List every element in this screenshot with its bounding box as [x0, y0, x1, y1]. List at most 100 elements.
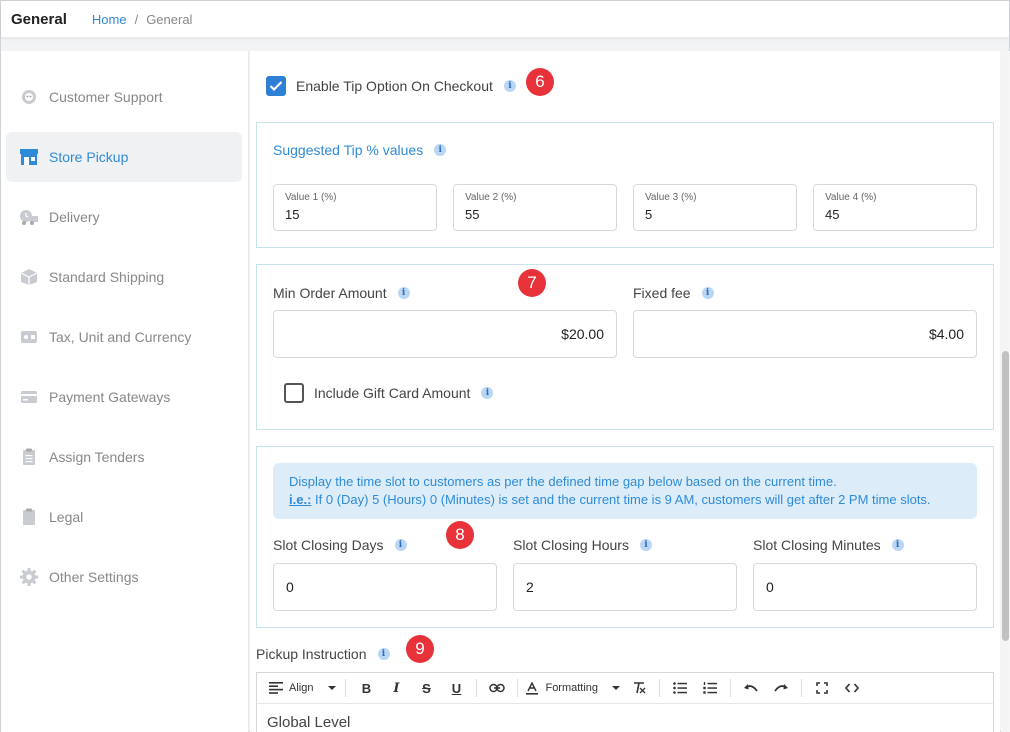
editor-toolbar: Align B I S U Formatting	[256, 672, 994, 704]
breadcrumb-home-link[interactable]: Home	[92, 12, 127, 27]
tip-value-3-label: Value 3 (%)	[645, 192, 697, 203]
sidebar-item-assign-tenders[interactable]: Assign Tenders	[6, 432, 242, 482]
bullet-list-icon	[673, 682, 688, 694]
sidebar-item-payment-gateways[interactable]: Payment Gateways	[6, 372, 242, 422]
step-badge-6: 6	[526, 68, 554, 96]
tip-value-4-field[interactable]: Value 4 (%) 45	[813, 184, 977, 231]
code-icon	[845, 683, 860, 693]
breadcrumb: Home / General	[92, 12, 193, 27]
sidebar-item-customer-support[interactable]: Customer Support	[6, 72, 242, 122]
clipboard-list-icon	[19, 447, 39, 467]
numbered-list-button[interactable]	[698, 676, 722, 700]
fixed-fee-input[interactable]: $4.00	[633, 310, 977, 358]
sidebar-item-label: Payment Gateways	[49, 389, 171, 405]
tip-value-3-field[interactable]: Value 3 (%) 5	[633, 184, 797, 231]
formatting-label: Formatting	[545, 682, 599, 694]
align-dropdown[interactable]: Align	[269, 676, 337, 700]
gift-card-label: Include Gift Card Amount	[314, 385, 471, 401]
strikethrough-icon: S	[422, 680, 431, 696]
card-icon	[19, 387, 39, 407]
info-icon[interactable]: i	[503, 80, 516, 92]
time-slot-notice: Display the time slot to customers as pe…	[273, 463, 977, 519]
info-icon[interactable]: i	[434, 144, 447, 156]
enable-tip-checkbox[interactable]	[266, 76, 286, 96]
info-icon[interactable]: i	[377, 648, 390, 660]
bold-button[interactable]: B	[354, 676, 378, 700]
breadcrumb-separator: /	[134, 11, 139, 27]
slot-days-label: Slot Closing Days	[273, 537, 384, 553]
sidebar-item-standard-shipping[interactable]: Standard Shipping	[6, 252, 242, 302]
suggested-tip-panel: Suggested Tip % values i Value 1 (%) 15 …	[256, 122, 994, 248]
sidebar-item-label: Delivery	[49, 209, 100, 225]
strikethrough-button[interactable]: S	[414, 676, 438, 700]
step-badge-7: 7	[518, 269, 546, 297]
tip-value-3-input[interactable]: 5	[645, 207, 652, 222]
notice-line-1: Display the time slot to customers as pe…	[289, 474, 837, 489]
delivery-icon	[19, 207, 39, 227]
sidebar-item-store-pickup[interactable]: Store Pickup	[6, 132, 242, 182]
toolbar-divider	[730, 679, 732, 697]
slot-hours-input[interactable]: 2	[513, 563, 737, 611]
settings-sidebar: Customer Support Store Pickup Delivery S…	[1, 51, 249, 732]
tip-value-4-label: Value 4 (%)	[825, 192, 877, 203]
info-icon[interactable]: i	[397, 287, 410, 299]
tip-value-2-input[interactable]: 55	[465, 207, 479, 222]
text-color-icon	[526, 681, 539, 695]
info-icon[interactable]: i	[639, 539, 652, 551]
gift-card-checkbox[interactable]	[284, 383, 304, 403]
fullscreen-button[interactable]	[810, 676, 834, 700]
tip-value-1-input[interactable]: 15	[285, 207, 299, 222]
sidebar-item-legal[interactable]: Legal	[6, 492, 242, 542]
store-icon	[19, 147, 39, 167]
slot-days-input[interactable]: 0	[273, 563, 497, 611]
info-icon[interactable]: i	[701, 287, 714, 299]
sidebar-item-other-settings[interactable]: Other Settings	[6, 552, 242, 602]
gift-card-row: Include Gift Card Amount i	[284, 383, 494, 403]
scrollbar-thumb[interactable]	[1002, 351, 1009, 641]
min-order-input[interactable]: $20.00	[273, 310, 617, 358]
sidebar-item-label: Legal	[49, 509, 84, 525]
redo-button[interactable]	[769, 676, 793, 700]
sidebar-item-delivery[interactable]: Delivery	[6, 192, 242, 242]
sidebar-item-tax-unit-currency[interactable]: Tax, Unit and Currency	[6, 312, 242, 362]
notice-line-2: i.e.: If 0 (Day) 5 (Hours) 0 (Minutes) i…	[289, 491, 961, 509]
checkmark-icon	[269, 81, 283, 92]
sidebar-item-label: Other Settings	[49, 569, 139, 585]
redo-icon	[774, 684, 789, 692]
sidebar-item-label: Tax, Unit and Currency	[49, 329, 192, 345]
tip-value-4-input[interactable]: 45	[825, 207, 839, 222]
clear-format-button[interactable]	[627, 676, 651, 700]
slot-hours-label: Slot Closing Hours	[513, 537, 629, 553]
pickup-instruction-editor[interactable]: Global Level	[256, 704, 994, 732]
tip-value-1-label: Value 1 (%)	[285, 192, 337, 203]
editor-text: Global Level	[267, 714, 351, 731]
slot-minutes-label: Slot Closing Minutes	[753, 537, 881, 553]
time-slot-panel: Display the time slot to customers as pe…	[256, 446, 994, 628]
toolbar-divider	[476, 679, 478, 697]
bold-icon: B	[361, 680, 372, 696]
min-order-header: Min Order Amount i	[273, 285, 410, 301]
toolbar-divider	[517, 679, 519, 697]
bullet-list-button[interactable]	[668, 676, 692, 700]
underline-button[interactable]: U	[444, 676, 468, 700]
info-icon[interactable]: i	[394, 539, 407, 551]
info-icon[interactable]: i	[891, 539, 904, 551]
link-button[interactable]	[485, 676, 509, 700]
code-view-button[interactable]	[840, 676, 864, 700]
info-icon[interactable]: i	[481, 387, 494, 399]
italic-button[interactable]: I	[384, 676, 408, 700]
box-icon	[19, 267, 39, 287]
toolbar-divider	[345, 679, 347, 697]
clipboard-icon	[19, 507, 39, 527]
fixed-fee-header: Fixed fee i	[633, 285, 714, 301]
pickup-instruction-label: Pickup Instruction	[256, 646, 367, 662]
notice-ie: i.e.:	[289, 492, 312, 507]
sidebar-item-label: Assign Tenders	[49, 449, 145, 465]
tip-value-1-field[interactable]: Value 1 (%) 15	[273, 184, 437, 231]
tip-value-2-field[interactable]: Value 2 (%) 55	[453, 184, 617, 231]
undo-button[interactable]	[739, 676, 763, 700]
wallet-icon	[19, 327, 39, 347]
formatting-dropdown[interactable]: Formatting	[526, 676, 621, 700]
toolbar-divider	[659, 679, 661, 697]
slot-minutes-input[interactable]: 0	[753, 563, 977, 611]
